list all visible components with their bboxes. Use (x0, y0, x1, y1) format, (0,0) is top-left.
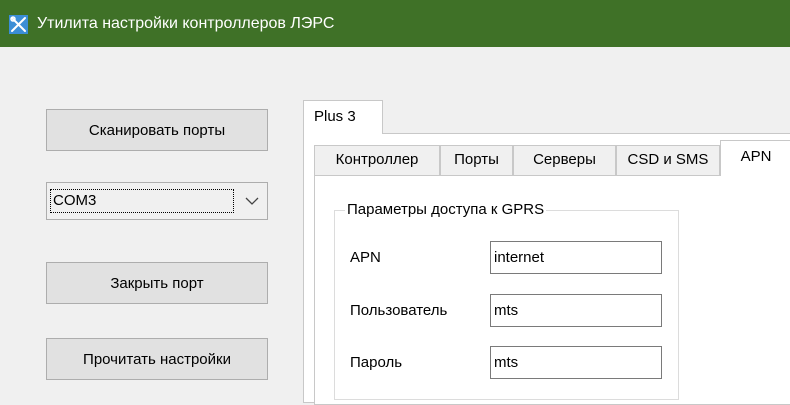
password-label: Пароль (350, 354, 403, 371)
gprs-group-title: Параметры доступа к GPRS (345, 199, 547, 221)
username-input[interactable]: mts (490, 294, 662, 327)
port-select-value: COM3 (50, 189, 234, 213)
tab-ports[interactable]: Порты (440, 145, 513, 175)
tab-csd-sms[interactable]: CSD и SMS (616, 145, 720, 175)
tab-apn[interactable]: APN (720, 140, 790, 176)
password-input[interactable]: mts (490, 346, 662, 379)
tab-servers[interactable]: Серверы (513, 145, 616, 175)
tab-controller[interactable]: Контроллер (314, 145, 440, 175)
port-select[interactable]: COM3 (46, 182, 268, 220)
apn-input[interactable]: internet (490, 241, 662, 274)
title-bar: Утилита настройки контроллеров ЛЭРС (0, 0, 790, 47)
close-port-button[interactable]: Закрыть порт (46, 262, 268, 304)
scan-ports-button[interactable]: Сканировать порты (46, 109, 268, 151)
window-title: Утилита настройки контроллеров ЛЭРС (37, 15, 335, 32)
read-settings-button[interactable]: Прочитать настройки (46, 338, 268, 380)
tab-plus3[interactable]: Plus 3 (303, 100, 383, 134)
chevron-down-icon[interactable] (245, 196, 259, 206)
tools-icon (9, 15, 28, 34)
apn-label: APN (350, 249, 381, 266)
username-label: Пользователь (350, 302, 448, 319)
